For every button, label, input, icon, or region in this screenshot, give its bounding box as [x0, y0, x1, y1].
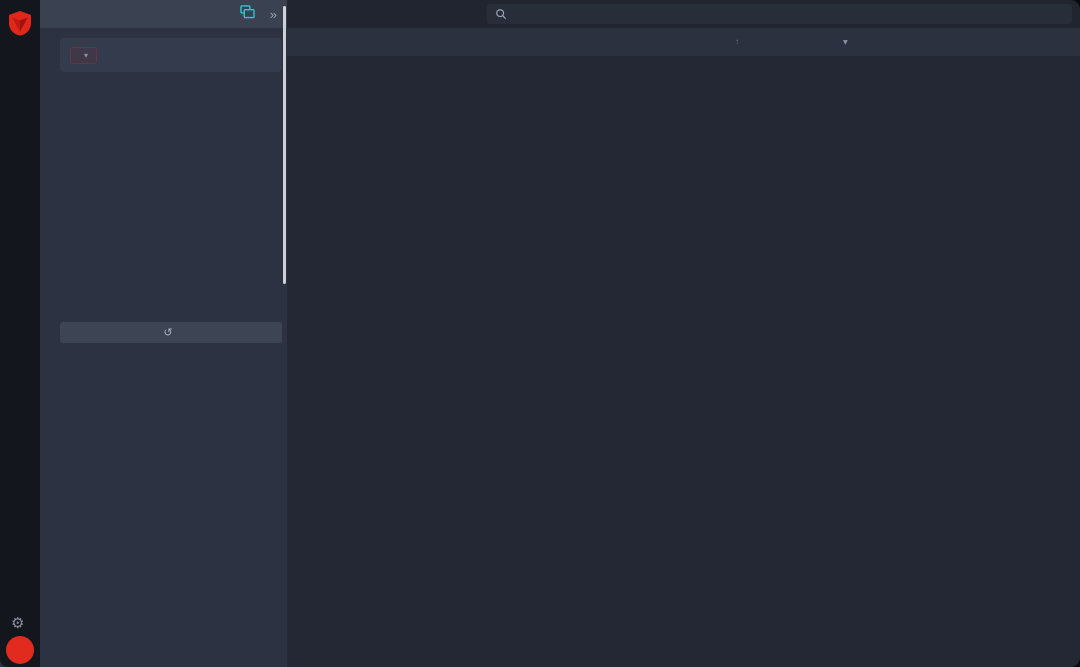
reset-filters-button[interactable]: ↺	[60, 322, 282, 343]
nav-rail: ⚙	[0, 0, 40, 667]
sevco-logo-icon[interactable]	[8, 10, 32, 36]
source-overlap-venn[interactable]	[40, 78, 287, 300]
app-window: ⚙ » ▾	[0, 0, 1080, 667]
devices-total-icon	[240, 5, 255, 24]
live-inventory-panel: » ▾ ↺	[40, 0, 287, 667]
chevron-down-icon: ▾	[84, 51, 88, 60]
column-menu-caret-icon[interactable]: ▾	[843, 37, 848, 48]
table-column-header: ↑ ▾	[287, 28, 1080, 56]
sources-filter-box: ▾	[60, 38, 282, 72]
sort-indicator-icon[interactable]: ↑	[735, 37, 739, 46]
collapse-panel-icon[interactable]: »	[270, 7, 277, 22]
device-search-input[interactable]	[487, 4, 1072, 24]
devices-main: ↑ ▾	[287, 0, 1080, 667]
user-avatar[interactable]	[6, 636, 34, 664]
panel-header: »	[40, 0, 287, 28]
panel-scrollbar[interactable]	[283, 6, 286, 284]
search-icon	[495, 8, 507, 20]
sources-dropdown[interactable]: ▾	[70, 47, 97, 64]
settings-gear-icon[interactable]: ⚙	[11, 614, 24, 632]
reset-icon: ↺	[163, 326, 172, 339]
devices-topbar	[287, 0, 1080, 28]
